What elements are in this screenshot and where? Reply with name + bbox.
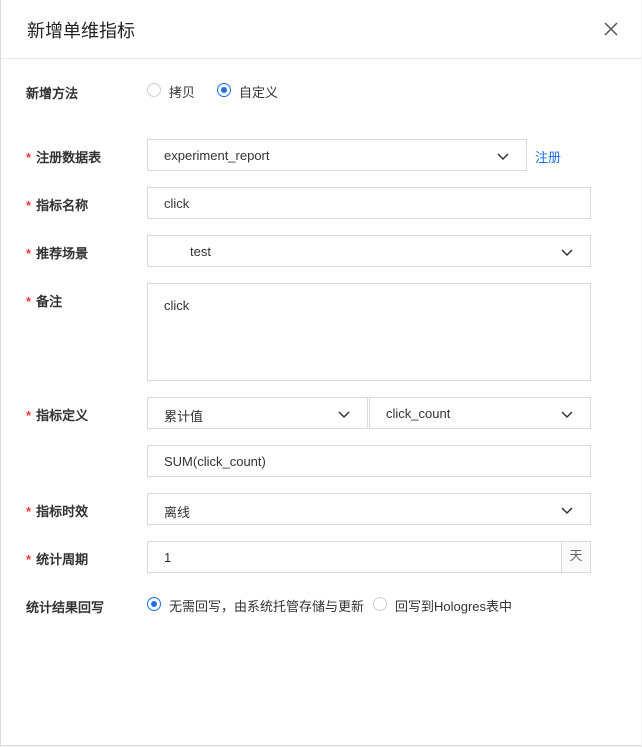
scene-select[interactable]: test [147,235,591,267]
metric-name-input[interactable]: click [147,187,591,219]
required-mark: * [26,198,32,213]
writeback-radio-hologres[interactable] [373,597,387,611]
remark-label: * 备注 [26,294,63,309]
method-option-custom: 自定义 [239,85,279,100]
field-value: click_count [386,406,451,421]
period-input[interactable]: 1 天 [147,541,591,573]
writeback-label: 统计结果回写 [26,600,105,615]
required-mark: * [26,408,32,423]
timeliness-label: * 指标时效 [26,504,89,519]
method-radio-copy[interactable] [147,83,161,97]
dialog-title: 新增单维指标 [27,21,135,41]
register-link[interactable]: 注册 [535,147,561,166]
remark-textarea[interactable]: click [147,283,591,381]
metric-name-value: click [164,196,190,211]
scene-value: test [190,244,211,259]
definition-label: * 指标定义 [26,408,89,423]
metric-name-label: * 指标名称 [26,198,89,213]
writeback-option-hologres: 回写到Hologres表中 [395,599,513,614]
timeliness-select[interactable]: 离线 [147,493,591,525]
chevron-down-icon [561,249,573,257]
registry-table-label: * 注册数据表 [26,150,102,165]
chevron-down-icon [561,507,573,515]
required-mark: * [26,504,32,519]
writeback-radio-none[interactable] [147,597,161,611]
chevron-down-icon [561,411,573,419]
remark-value: click [164,298,190,313]
period-value: 1 [164,550,172,565]
timeliness-value: 离线 [164,505,191,520]
writeback-option-none: 无需回写，由系统托管存储与更新 [169,599,365,614]
aggregation-select[interactable]: 累计值 [147,397,368,429]
period-label: * 统计周期 [26,552,89,567]
aggregation-value: 累计值 [164,409,204,424]
required-mark: * [26,294,32,309]
required-mark: * [26,246,32,261]
scene-label: * 推荐场景 [26,246,89,261]
method-radio-custom[interactable] [217,83,231,97]
dialog-header: 新增单维指标 [1,0,641,59]
expression-input[interactable]: SUM(click_count) [147,445,591,477]
period-unit: 天 [561,542,590,572]
chevron-down-icon [497,153,509,161]
expression-value: SUM(click_count) [164,454,266,469]
method-label: 新增方法 [26,86,79,101]
close-icon[interactable] [601,19,621,39]
required-mark: * [26,150,32,165]
chevron-down-icon [338,411,350,419]
registry-table-select[interactable]: experiment_report [147,139,527,171]
registry-table-value: experiment_report [164,148,270,163]
field-select[interactable]: click_count [369,397,591,429]
required-mark: * [26,552,32,567]
method-option-copy: 拷贝 [169,85,196,100]
add-metric-dialog: 新增单维指标 新增方法 拷贝 自定义 * 注册数据表 experiment_rep… [0,0,641,746]
